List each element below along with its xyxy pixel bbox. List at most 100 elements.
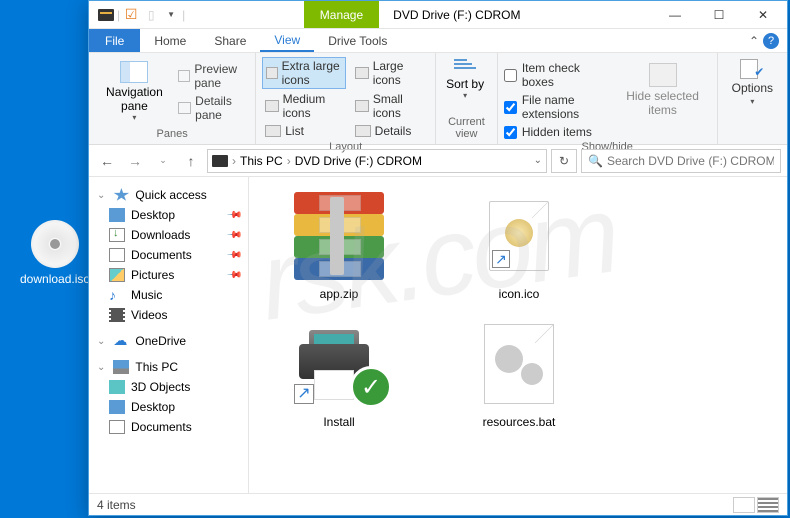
tree-desktop[interactable]: Desktop📌 (89, 205, 248, 225)
view-extra-large-icons[interactable]: Extra large icons (262, 57, 345, 89)
ribbon-group-options: ✔ Options ▾ (718, 53, 787, 144)
pc-icon (113, 360, 129, 374)
file-item-archive[interactable]: app.zip (269, 187, 409, 305)
pin-icon: 📌 (225, 207, 242, 224)
desktop-icon (109, 208, 125, 222)
preview-pane-button[interactable]: Preview pane (178, 62, 249, 90)
downloads-icon (109, 228, 125, 242)
tab-share[interactable]: Share (200, 29, 260, 52)
titlebar: | ☑ ▯ ▼ | Manage DVD Drive (F:) CDROM — … (89, 1, 787, 29)
back-button[interactable]: ← (95, 149, 119, 173)
hide-selected-button[interactable]: Hide selected items (614, 61, 710, 139)
music-icon: ♪ (109, 288, 125, 302)
tree-3d-objects[interactable]: 3D Objects (89, 377, 248, 397)
checkmark-icon: ✓ (350, 366, 392, 408)
collapse-ribbon-icon[interactable]: ⌃ (749, 34, 759, 48)
search-input[interactable] (607, 154, 774, 168)
ribbon-tabs: File Home Share View Drive Tools ⌃ ? (89, 29, 787, 53)
ribbon: Navigation pane ▾ Preview pane Details p… (89, 53, 787, 145)
view-details[interactable]: Details (352, 123, 429, 139)
tree-pc-desktop[interactable]: Desktop (89, 397, 248, 417)
view-small-icons[interactable]: Small icons (352, 91, 429, 121)
file-item-icon[interactable]: ↗ icon.ico (449, 187, 589, 305)
tree-downloads[interactable]: Downloads📌 (89, 225, 248, 245)
view-list[interactable]: List (262, 123, 345, 139)
item-count: 4 items (97, 498, 136, 512)
videos-icon (109, 308, 125, 322)
separator: | (182, 8, 185, 22)
pictures-icon (109, 268, 125, 282)
maximize-button[interactable]: ☐ (697, 1, 741, 29)
tree-pictures[interactable]: Pictures📌 (89, 265, 248, 285)
address-dropdown-icon[interactable]: ⌄ (534, 155, 542, 166)
qat-dropdown-icon[interactable]: ▼ (162, 6, 180, 24)
tree-onedrive[interactable]: ☁OneDrive (89, 331, 248, 351)
help-icon[interactable]: ? (763, 33, 779, 49)
app-icon (97, 6, 115, 24)
file-list[interactable]: app.zip ↗ icon.ico ✓↗ Install resources.… (249, 177, 787, 493)
shortcut-arrow-icon: ↗ (294, 384, 314, 404)
file-explorer-window: | ☑ ▯ ▼ | Manage DVD Drive (F:) CDROM — … (88, 0, 788, 516)
icons-view-button[interactable] (757, 497, 779, 513)
sort-by-button[interactable]: Sort by ▾ (442, 57, 488, 114)
pin-icon: 📌 (225, 247, 242, 264)
tree-documents[interactable]: Documents📌 (89, 245, 248, 265)
tree-videos[interactable]: Videos (89, 305, 248, 325)
ribbon-group-current-view: Sort by ▾ Current view (436, 53, 498, 144)
details-pane-button[interactable]: Details pane (178, 94, 249, 122)
hidden-items-toggle[interactable]: Hidden items (504, 125, 605, 139)
separator: | (117, 8, 120, 22)
iso-icon (31, 220, 79, 268)
location-icon (212, 155, 228, 167)
breadcrumb-segment[interactable]: DVD Drive (F:) CDROM (295, 154, 422, 168)
tree-pc-documents[interactable]: Documents (89, 417, 248, 437)
ribbon-group-panes: Navigation pane ▾ Preview pane Details p… (89, 53, 256, 144)
navigation-bar: ← → ⌄ ↑ › This PC › DVD Drive (F:) CDROM… (89, 145, 787, 177)
minimize-button[interactable]: — (653, 1, 697, 29)
tab-home[interactable]: Home (140, 29, 200, 52)
navigation-tree: Quick access Desktop📌 Downloads📌 Documen… (89, 177, 249, 493)
navigation-pane-button[interactable]: Navigation pane ▾ (95, 59, 174, 125)
tab-file[interactable]: File (89, 29, 140, 52)
breadcrumb-segment[interactable]: This PC (240, 154, 283, 168)
address-bar[interactable]: › This PC › DVD Drive (F:) CDROM ⌄ (207, 149, 547, 173)
up-button[interactable]: ↑ (179, 149, 203, 173)
item-checkboxes-toggle[interactable]: Item check boxes (504, 61, 605, 89)
documents-icon (109, 420, 125, 434)
tab-view[interactable]: View (260, 29, 314, 52)
tab-drive-tools[interactable]: Drive Tools (314, 29, 401, 52)
3d-icon (109, 380, 125, 394)
shortcut-arrow-icon: ↗ (492, 250, 510, 268)
pin-icon: 📌 (225, 227, 242, 244)
context-tab-manage[interactable]: Manage (304, 1, 379, 28)
refresh-button[interactable]: ↻ (551, 149, 577, 173)
star-icon (113, 188, 129, 202)
file-item-batch[interactable]: resources.bat (449, 315, 589, 433)
view-medium-icons[interactable]: Medium icons (262, 91, 345, 121)
ribbon-group-show-hide: Item check boxes File name extensions Hi… (498, 53, 718, 144)
details-view-button[interactable] (733, 497, 755, 513)
tree-music[interactable]: ♪Music (89, 285, 248, 305)
new-folder-qat-icon[interactable]: ▯ (142, 6, 160, 24)
properties-qat-icon[interactable]: ☑ (122, 6, 140, 24)
close-button[interactable]: ✕ (741, 1, 785, 29)
recent-dropdown[interactable]: ⌄ (151, 149, 175, 173)
documents-icon (109, 248, 125, 262)
tree-quick-access[interactable]: Quick access (89, 185, 248, 205)
file-item-install[interactable]: ✓↗ Install (269, 315, 409, 433)
tree-this-pc[interactable]: This PC (89, 357, 248, 377)
search-icon: 🔍 (588, 154, 603, 168)
cloud-icon: ☁ (113, 334, 129, 348)
desktop-icon (109, 400, 125, 414)
view-large-icons[interactable]: Large icons (352, 57, 429, 89)
search-box[interactable]: 🔍 (581, 149, 781, 173)
status-bar: 4 items (89, 493, 787, 515)
options-button[interactable]: ✔ Options ▾ (724, 57, 781, 126)
forward-button[interactable]: → (123, 149, 147, 173)
ribbon-group-layout: Extra large icons Large icons Medium ico… (256, 53, 436, 144)
pin-icon: 📌 (225, 267, 242, 284)
file-extensions-toggle[interactable]: File name extensions (504, 93, 605, 121)
desktop-file-label: download.iso (20, 272, 90, 286)
window-title: DVD Drive (F:) CDROM (379, 8, 534, 22)
desktop-file[interactable]: download.iso (20, 220, 90, 286)
